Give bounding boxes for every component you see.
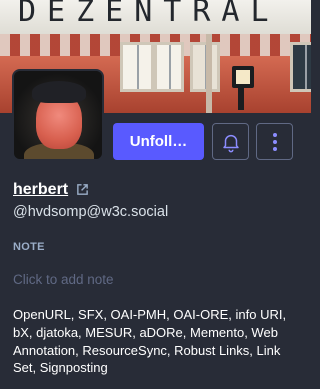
note-label: NOTE bbox=[13, 241, 45, 253]
header-window bbox=[120, 42, 154, 92]
note-input[interactable]: Click to add note bbox=[13, 272, 114, 287]
profile-bio: OpenURL, SFX, OAI-PMH, OAI-ORE, info URI… bbox=[13, 307, 287, 376]
header-window bbox=[190, 42, 220, 92]
external-link-icon[interactable] bbox=[76, 183, 89, 196]
header-drainpipe bbox=[206, 34, 212, 113]
header-window bbox=[154, 42, 184, 92]
more-options-button[interactable] bbox=[256, 123, 293, 160]
bell-icon bbox=[222, 134, 239, 152]
street-lamp-arm bbox=[238, 88, 244, 110]
street-lamp-icon bbox=[232, 66, 254, 88]
header-window bbox=[290, 42, 311, 92]
avatar[interactable] bbox=[12, 69, 104, 161]
header-sign-text: DEZENTRAL bbox=[18, 0, 280, 29]
vertical-ellipsis-icon bbox=[272, 132, 277, 151]
account-handle: @hvdsomp@w3c.social bbox=[13, 204, 169, 220]
notify-bell-button[interactable] bbox=[212, 123, 249, 160]
unfollow-button[interactable]: Unfoll… bbox=[113, 123, 204, 160]
display-name[interactable]: herbert bbox=[13, 181, 68, 199]
avatar-hat bbox=[32, 81, 86, 103]
